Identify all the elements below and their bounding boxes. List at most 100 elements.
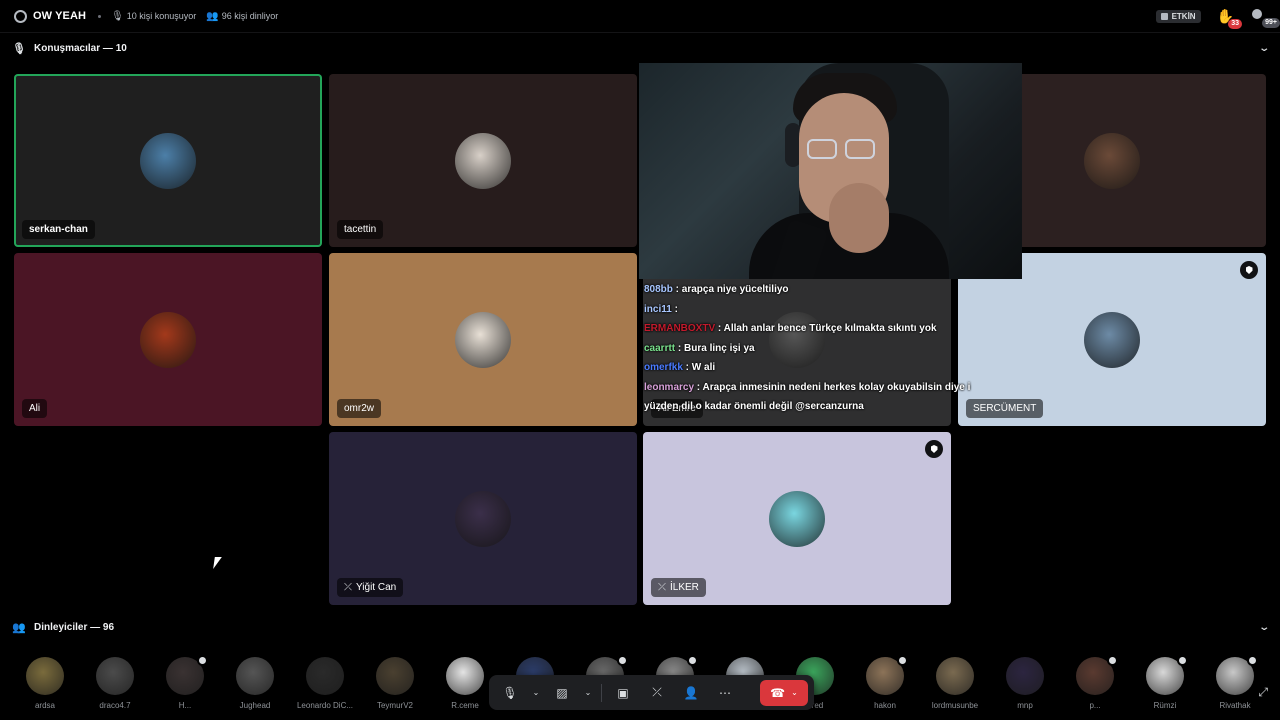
chevron-down-icon[interactable]: ⌄: [1258, 43, 1270, 54]
listener-name: hakon: [874, 701, 896, 710]
event-button[interactable]: ETKİN: [1155, 9, 1201, 23]
listener-avatar: [376, 657, 414, 695]
more-options-button[interactable]: ⋯: [710, 680, 740, 706]
muted-microphone-icon: ⤫: [658, 582, 666, 593]
listener-avatar: [26, 657, 64, 695]
avatar: [455, 132, 511, 189]
listener-item[interactable]: Jughead: [225, 657, 285, 717]
speaker-tile[interactable]: tacettin: [329, 74, 637, 247]
raise-hand-icon: [687, 655, 698, 666]
speakers-count-label: 10 kişi konuşuyor: [126, 11, 197, 21]
speakers-section-header[interactable]: 🎙 Konuşmacılar — 10 ⌄: [0, 37, 1280, 59]
listener-avatar: [1006, 657, 1044, 695]
avatar: [455, 490, 511, 547]
chat-message: leonmarcy : Arapça inmesinin nedeni herk…: [639, 378, 979, 398]
listener-item[interactable]: H...: [155, 655, 215, 717]
speaker-tile[interactable]: ⤫ İLKER: [643, 432, 951, 605]
listeners-section-label: Dinleyiciler — 96: [34, 621, 115, 633]
speaker-tile[interactable]: ⤫ Yiğit Can: [329, 432, 637, 605]
voice-controls: 🎙 ⌄ ▨ ⌄ ▣ ⤫ 👤 ⋯ ☎ ⌄: [489, 675, 814, 710]
listener-item[interactable]: hakon: [855, 655, 915, 717]
chat-text: yüzden dil o kadar önemli değil @sercanz…: [644, 401, 864, 412]
listeners-section-header[interactable]: 👥 Dinleyiciler — 96 ⌄: [0, 616, 1280, 638]
raise-hand-icon: [1247, 655, 1258, 666]
listener-item[interactable]: p...: [1065, 655, 1125, 717]
invite-speaker-button[interactable]: 👤: [676, 680, 706, 706]
participants-button[interactable]: 99+: [1250, 9, 1280, 28]
leave-stage-button[interactable]: ☎ ⌄: [760, 679, 808, 706]
camera-off-button[interactable]: ▨: [547, 680, 577, 706]
chat-username: 808bb: [644, 284, 673, 295]
speaker-tile[interactable]: Ali: [14, 253, 322, 426]
raised-hands-badge: 33: [1228, 18, 1242, 29]
camera-options-chevron-icon[interactable]: ⌄: [581, 680, 595, 706]
chat-overlay: 808bb : arapça niye yüceltiliyo inci11 :E…: [639, 280, 979, 426]
raised-hands-button[interactable]: ✋ 33: [1217, 8, 1242, 29]
listeners-count: 👥 96 kişi dinliyor: [206, 11, 278, 22]
speaker-nameplate: ⤫ İLKER: [651, 578, 706, 597]
listener-avatar: [236, 657, 274, 695]
event-label: ETKİN: [1171, 11, 1196, 21]
listener-avatar: [1146, 655, 1188, 695]
chevron-down-icon[interactable]: ⌄: [1258, 622, 1270, 633]
listeners-icon: 👥: [12, 621, 26, 634]
leave-options-chevron-icon[interactable]: ⌄: [791, 688, 798, 697]
listener-item[interactable]: draco4.7: [85, 657, 145, 717]
speaker-nameplate: serkan-chan: [22, 220, 95, 239]
speakers-count: 🎙 10 kişi konuşuyor: [111, 11, 196, 22]
people-icon: 👥: [206, 10, 219, 22]
raise-hand-icon: [1177, 655, 1188, 666]
listener-item[interactable]: ardsa: [15, 657, 75, 717]
webcam-glasses-left: [807, 139, 837, 159]
screen-share-button[interactable]: ▣: [608, 680, 638, 706]
listener-item[interactable]: Leonardo DiC...: [295, 657, 355, 717]
listener-item[interactable]: mnp: [995, 657, 1055, 717]
listener-name: Rivathak: [1219, 701, 1251, 710]
chat-message: caarrtt : Bura linç işi ya: [639, 339, 979, 359]
listener-name: Jughead: [239, 701, 271, 710]
listener-name: p...: [1089, 701, 1101, 710]
phone-hangup-icon: ☎: [770, 685, 786, 700]
speaker-name: İLKER: [670, 582, 699, 593]
avatar: [455, 311, 511, 368]
listener-avatar: [1216, 655, 1258, 695]
listener-name: mnp: [1017, 701, 1033, 710]
microphone-button[interactable]: 🎙: [495, 680, 525, 706]
speaker-tile[interactable]: omr2w: [329, 253, 637, 426]
speaker-nameplate: omr2w: [337, 399, 382, 418]
raise-hand-icon: [897, 655, 908, 666]
expand-icon[interactable]: ⤢: [1258, 685, 1268, 700]
chat-username: omerfkk: [644, 362, 683, 373]
speaker-tile[interactable]: serkan-chan: [14, 74, 322, 247]
listener-item[interactable]: lordmusunbe: [925, 657, 985, 717]
controls-divider: [601, 683, 602, 702]
avatar: [140, 311, 196, 368]
listener-avatar: [866, 655, 908, 695]
speaker-name: omr2w: [344, 403, 375, 414]
webcam-hand: [829, 183, 889, 253]
listener-name: Rümzi: [1153, 701, 1177, 710]
listener-item[interactable]: TeymurV2: [365, 657, 425, 717]
listener-item[interactable]: R.ceme: [435, 657, 495, 717]
listener-avatar: [166, 655, 208, 695]
stage-mute-button[interactable]: ⤫: [642, 680, 672, 706]
chat-text: :: [671, 303, 678, 315]
listener-avatar: [96, 657, 134, 695]
listener-avatar: [1076, 655, 1118, 695]
listener-avatar: [306, 657, 344, 695]
separator-dot: [98, 14, 102, 18]
webcam-video[interactable]: [639, 63, 1022, 279]
muted-microphone-icon: ⤫: [344, 582, 352, 593]
speaker-name: serkan-chan: [29, 224, 88, 235]
listener-avatar: [936, 657, 974, 695]
listener-item[interactable]: Rivathak: [1205, 655, 1265, 717]
speaker-nameplate: Ali: [22, 399, 48, 418]
mic-options-chevron-icon[interactable]: ⌄: [529, 680, 543, 706]
listener-name: Leonardo DiC...: [296, 701, 354, 710]
raise-hand-icon: [197, 655, 208, 666]
listener-name: lordmusunbe: [931, 701, 979, 710]
listener-item[interactable]: Rümzi: [1135, 655, 1195, 717]
chat-message: inci11 :: [639, 300, 979, 320]
chat-text: : Arapça inmesinin nedeni herkes kolay o…: [694, 381, 971, 393]
speaker-name: Yiğit Can: [356, 582, 397, 593]
